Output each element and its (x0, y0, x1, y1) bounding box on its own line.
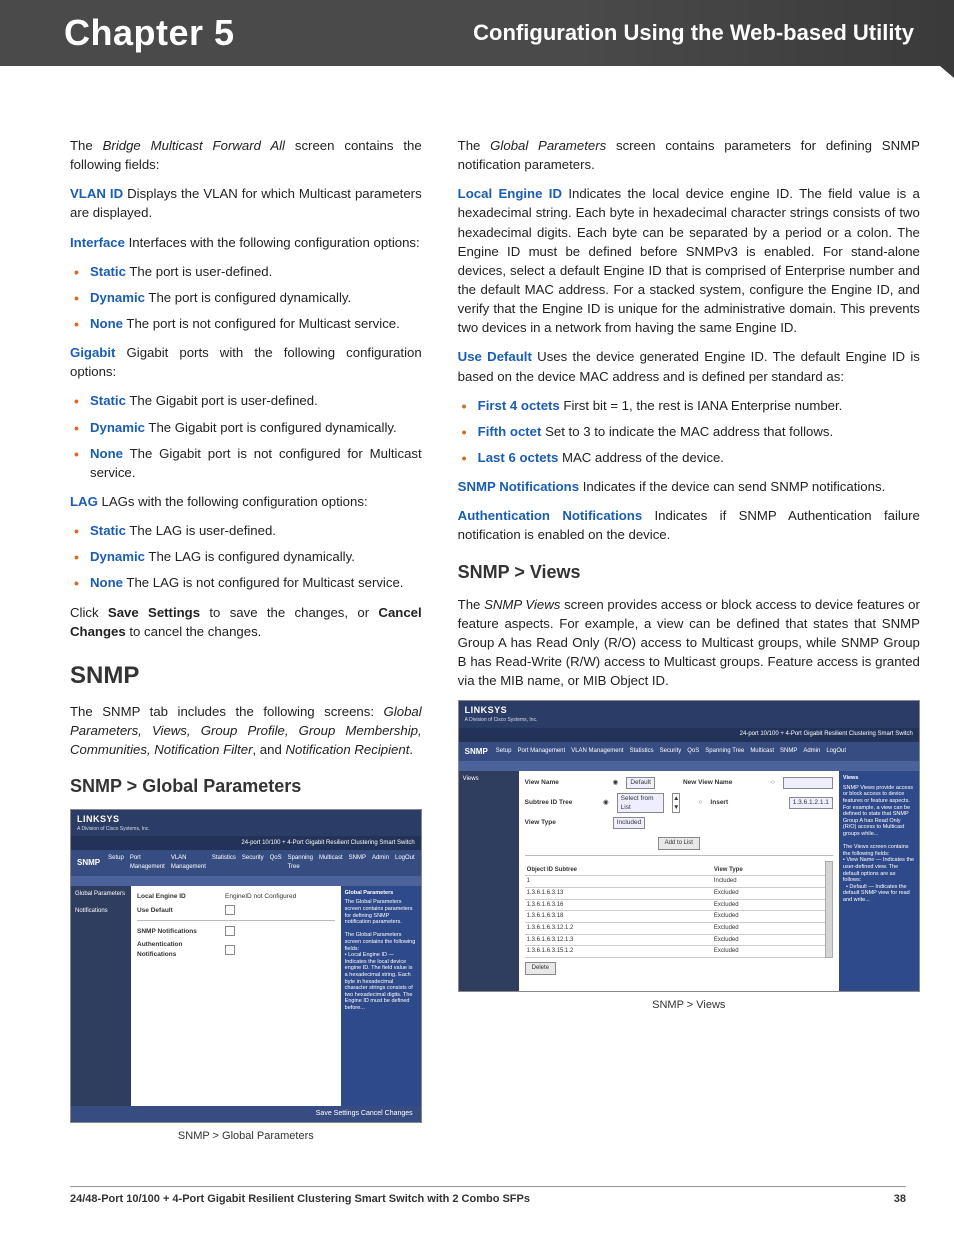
local-engine-id-para: Local Engine ID Indicates the local devi… (458, 184, 920, 337)
footer-text: 24/48-Port 10/100 + 4-Port Gigabit Resil… (70, 1193, 530, 1205)
gigabit-para: Gigabit Gigabit ports with the following… (70, 343, 422, 381)
screenshot-global-parameters: LINKSYSA Division of Cisco Systems, Inc.… (70, 809, 422, 1123)
interface-options: Static The port is user-defined. Dynamic… (74, 262, 422, 333)
snmp-views-intro: The SNMP Views screen provides access or… (458, 595, 920, 691)
right-column: The Global Parameters screen contains pa… (458, 136, 920, 1149)
figure2-caption: SNMP > Views (458, 998, 920, 1014)
snmp-views-heading: SNMP > Views (458, 559, 920, 585)
lag-para: LAG LAGs with the following configuratio… (70, 492, 422, 511)
page-header: Chapter 5 Configuration Using the Web-ba… (0, 0, 954, 66)
save-cancel-para: Click Save Settings to save the changes,… (70, 603, 422, 641)
snmp-heading: SNMP (70, 659, 422, 694)
figure-views: LINKSYSA Division of Cisco Systems, Inc.… (458, 700, 920, 1014)
use-default-para: Use Default Uses the device generated En… (458, 347, 920, 385)
auth-notifications-para: Authentication Notifications Indicates i… (458, 506, 920, 544)
lag-options: Static The LAG is user-defined. Dynamic … (74, 521, 422, 592)
header-subtitle: Configuration Using the Web-based Utilit… (473, 20, 914, 46)
page-footer: 24/48-Port 10/100 + 4-Port Gigabit Resil… (70, 1186, 906, 1205)
gigabit-options: Static The Gigabit port is user-defined.… (74, 391, 422, 482)
snmp-intro: The SNMP tab includes the following scre… (70, 702, 422, 759)
figure1-caption: SNMP > Global Parameters (70, 1129, 422, 1145)
page-number: 38 (894, 1193, 906, 1205)
interface-para: Interface Interfaces with the following … (70, 233, 422, 252)
vlan-id-para: VLAN ID Displays the VLAN for which Mult… (70, 184, 422, 222)
snmp-gp-heading: SNMP > Global Parameters (70, 773, 422, 799)
use-default-options: First 4 octets First bit = 1, the rest i… (462, 396, 920, 467)
snmp-notifications-para: SNMP Notifications Indicates if the devi… (458, 477, 920, 496)
gp-intro: The Global Parameters screen contains pa… (458, 136, 920, 174)
left-column: The Bridge Multicast Forward All screen … (70, 136, 422, 1149)
screenshot-views: LINKSYSA Division of Cisco Systems, Inc.… (458, 700, 920, 992)
figure-global-parameters: LINKSYSA Division of Cisco Systems, Inc.… (70, 809, 422, 1145)
chapter-title: Chapter 5 (64, 12, 235, 54)
bmfa-intro: The Bridge Multicast Forward All screen … (70, 136, 422, 174)
page-body: The Bridge Multicast Forward All screen … (0, 66, 954, 1149)
